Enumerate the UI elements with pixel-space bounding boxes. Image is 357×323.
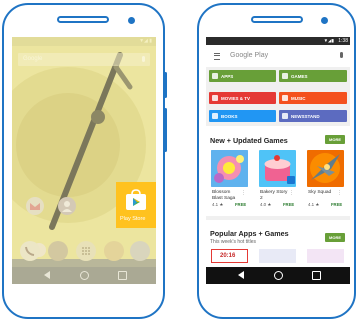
right-phone-speaker [251,16,303,23]
game-thumbnail [211,150,248,187]
play-mic-icon[interactable] [340,52,343,58]
left-phone-screen: ▼◢ ▮ Google Play Store [12,37,156,284]
game-name: Bakery Story 2 [260,190,287,201]
game-rating: 4.1 ★ [212,202,224,207]
game-name-line2: Blast Saga [212,195,236,201]
game-thumbnail [259,150,296,187]
status-icons: ▼◢▮ [323,38,334,43]
game-name: Blossom Blast Saga [212,190,235,201]
newspaper-icon [282,113,288,119]
game-rating: 4.0 ★ [260,202,272,207]
category-label: MUSIC [291,95,306,101]
game-card-blossom-blast[interactable]: Blossom Blast Saga ⋮ 4.1 ★ FREE [211,150,248,207]
film-icon [212,95,218,101]
left-phone-camera [128,17,135,24]
section-new-updated-games: New + Updated Games MORE Blossom Blast Sa… [206,126,350,216]
category-music[interactable]: MUSIC [279,92,347,104]
section-title: Popular Apps + Games [210,229,289,238]
back-icon[interactable] [238,271,244,279]
section-title: New + Updated Games [210,136,288,145]
right-nav-bar [206,267,350,284]
overflow-menu-icon[interactable]: ⋮ [289,190,294,196]
game-card-bakery-story[interactable]: Bakery Story 2 ⋮ 4.0 ★ FREE [259,150,296,207]
game-price: FREE [283,202,295,207]
android-icon [212,73,218,79]
game-price: FREE [235,202,247,207]
play-search-bar[interactable]: Google Play [206,45,350,67]
home-icon[interactable] [80,271,89,280]
status-bar: ▼◢▮ 1:38 [206,37,350,45]
category-label: BOOKS [221,113,238,119]
app-icon-gmail[interactable] [26,197,44,215]
headphones-icon [282,95,288,101]
left-search-bar[interactable]: Google [18,53,150,66]
game-card-sky-squad[interactable]: Sky Squad ⋮ 4.1 ★ FREE [307,150,344,207]
status-time: 1:38 [338,38,348,44]
game-name-line2: 2 [260,195,263,201]
category-label: GAMES [291,73,308,79]
gamepad-icon [282,73,288,79]
popular-thumb-text: 20:16 [220,253,236,259]
back-icon[interactable] [44,271,50,279]
play-store-app-icon[interactable]: Play Store [116,182,156,228]
dock-icon-apps[interactable] [76,241,96,261]
more-button[interactable]: MORE [325,135,345,144]
play-store-label: Play Store [120,216,146,222]
dock-icon-phone[interactable] [20,241,40,261]
popular-thumb-1[interactable]: 20:16 [211,249,248,263]
left-phone-speaker [57,16,109,23]
left-status-bar [12,37,156,46]
play-search-placeholder: Google Play [230,52,269,59]
overflow-menu-icon[interactable]: ⋮ [241,190,246,196]
game-rating: 4.1 ★ [308,202,320,207]
dock-icon-chrome[interactable] [104,241,124,261]
left-phone-side-button [164,72,167,98]
left-phone-side-button-2 [164,108,167,152]
recents-icon[interactable] [118,271,127,280]
recents-icon[interactable] [312,271,321,280]
category-label: APPS [221,73,234,79]
game-thumbnail [307,150,344,187]
category-movies-tv[interactable]: MOVIES & TV [209,92,276,104]
category-books[interactable]: BOOKS [209,110,276,122]
game-name-line1: Blossom [212,190,231,195]
game-name-line1: Sky Squad [308,190,332,195]
book-icon [212,113,218,119]
hamburger-mid [214,55,220,56]
left-search-placeholder: Google [23,56,43,62]
popular-thumb-3[interactable] [307,249,344,263]
overflow-menu-icon[interactable]: ⋮ [337,190,342,196]
right-phone-screen: ▼◢▮ 1:38 Google Play APPS GAMES MOVIES &… [206,37,350,284]
app-icon-contacts[interactable] [58,197,76,215]
mic-icon [142,56,145,62]
category-games[interactable]: GAMES [279,70,347,82]
category-label: MOVIES & TV [221,95,251,101]
section-subtitle: This week's hot titles [210,239,256,245]
right-phone-camera [321,17,328,24]
category-apps[interactable]: APPS [209,70,276,82]
category-newsstand[interactable]: NEWSSTAND [279,110,347,122]
left-status-icons: ▼◢ ▮ [139,38,152,44]
category-label: NEWSSTAND [291,113,320,119]
more-button[interactable]: MORE [325,233,345,242]
popular-thumb-2[interactable] [259,249,296,263]
play-store-icon [126,189,146,210]
game-name: Sky Squad [308,190,331,196]
game-name-line1: Bakery Story [260,190,288,195]
home-icon[interactable] [274,271,283,280]
dock-icon-messages[interactable] [48,241,68,261]
left-nav-bar [12,267,156,284]
game-price: FREE [331,202,343,207]
dock-icon-camera[interactable] [130,241,150,261]
